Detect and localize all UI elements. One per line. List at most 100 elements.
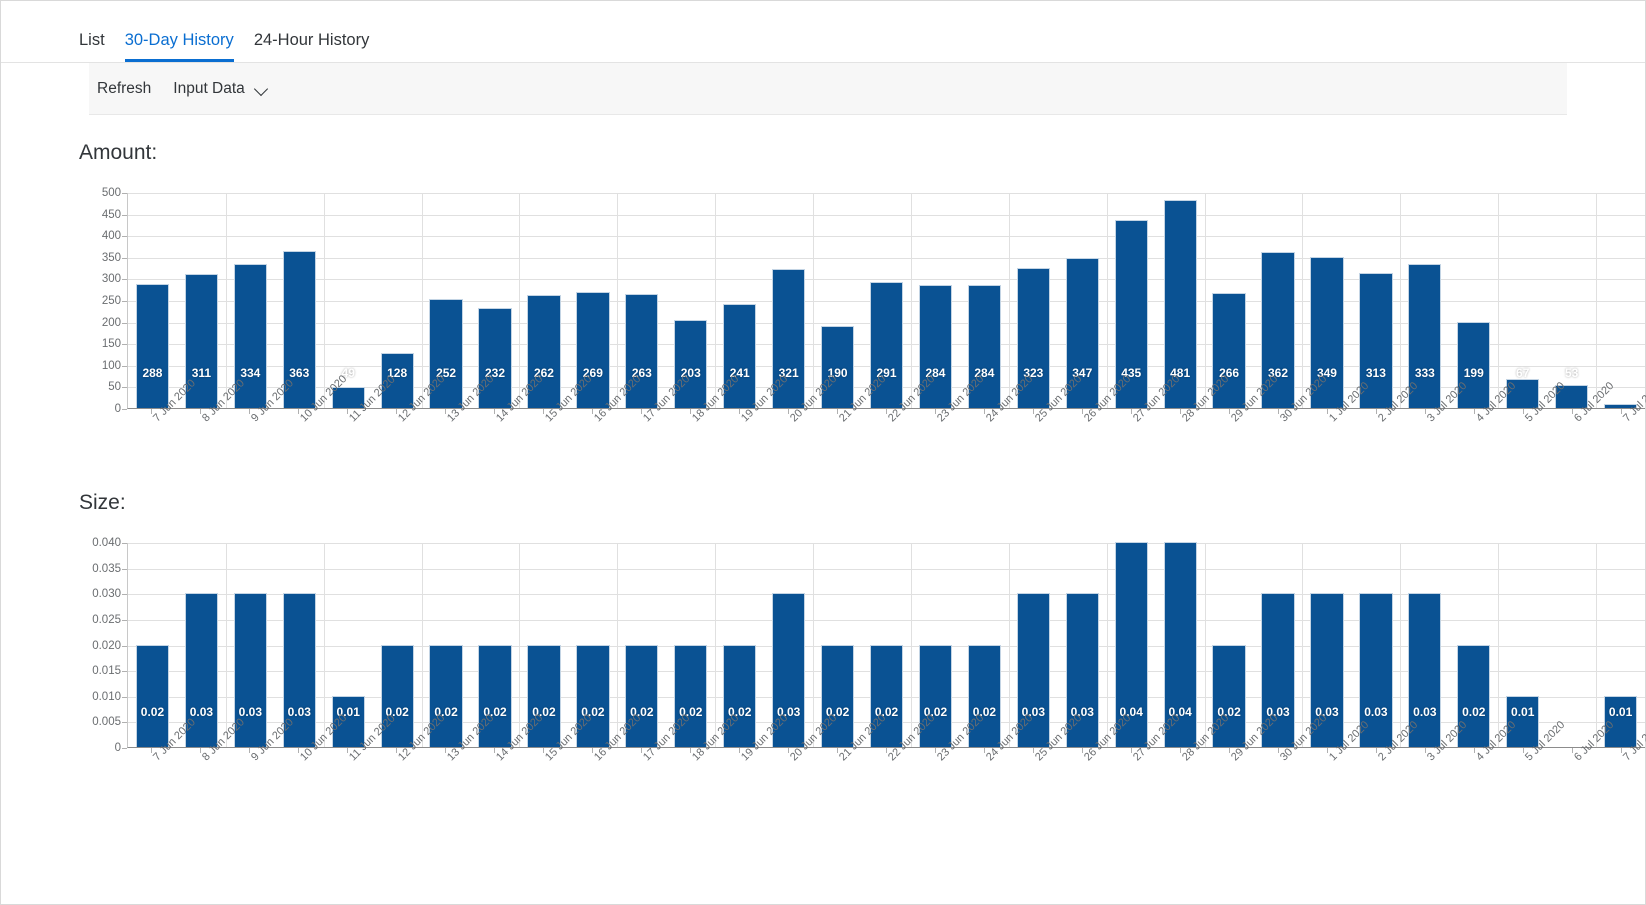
bar-column[interactable]: 0.03 <box>1058 543 1107 747</box>
bar-column[interactable]: 435 <box>1107 193 1156 408</box>
bar-column[interactable]: 0.02 <box>128 543 177 747</box>
bar-column[interactable]: 203 <box>666 193 715 408</box>
bar-column[interactable]: 252 <box>422 193 471 408</box>
bar[interactable]: 190 <box>820 325 855 408</box>
chart-amount-x-axis: 7 Jun 2020 8 Jun 2020 9 Jun 2020 10 Jun 202… <box>127 373 1646 471</box>
tab-24-hour-history[interactable]: 24-Hour History <box>254 31 370 63</box>
vertical-gridline <box>1008 543 1010 747</box>
bar-column[interactable]: 0.02 <box>911 543 960 747</box>
chart-size-y-axis: 0 0.005 0.010 0.015 0.020 0.025 0.030 0.035 0.04… <box>79 537 128 754</box>
bar-column[interactable]: 0.01 <box>324 543 373 747</box>
input-data-dropdown[interactable]: Input Data <box>173 80 270 98</box>
bar-column[interactable]: 363 <box>275 193 324 408</box>
x-axis-tick <box>1571 748 1573 753</box>
bar-column[interactable]: 0.03 <box>1351 543 1400 747</box>
bar-column[interactable]: 0.02 <box>617 543 666 747</box>
bar-column[interactable]: 0.02 <box>715 543 764 747</box>
x-axis-cell: 13 Jun 2020 <box>421 373 497 471</box>
bar-column[interactable]: 0.02 <box>813 543 862 747</box>
y-axis-tick-label: 0 <box>114 742 128 754</box>
bar-column[interactable]: 0.02 <box>1449 543 1498 747</box>
bar-column[interactable]: 321 <box>764 193 813 408</box>
bar-column[interactable]: 288 <box>128 193 177 408</box>
x-axis-cell: 19 Jun 2020 <box>715 373 790 471</box>
bar-column[interactable]: 0.03 <box>177 543 226 747</box>
bar-column[interactable]: 284 <box>960 193 1009 408</box>
vertical-gridline <box>1008 193 1010 408</box>
bar-column[interactable]: 262 <box>520 193 569 408</box>
x-axis-cell: 24 Jun 2020 <box>959 712 1035 810</box>
bar-column[interactable]: 291 <box>862 193 911 408</box>
tab-list[interactable]: List <box>79 31 105 63</box>
bar-column[interactable]: 199 <box>1449 193 1498 408</box>
bar-column[interactable]: 0.04 <box>1107 542 1156 747</box>
bar-column[interactable]: 284 <box>911 193 960 408</box>
vertical-gridline <box>225 193 227 408</box>
bar-column[interactable]: 334 <box>226 193 275 408</box>
bar-column[interactable]: 347 <box>1058 193 1107 408</box>
bar-column[interactable]: 0.03 <box>1009 543 1058 747</box>
bar[interactable]: 288 <box>135 283 170 408</box>
bar-column[interactable]: 49 <box>324 193 373 408</box>
bar-column[interactable]: 0.02 <box>862 543 911 747</box>
x-axis-cell: 21 Jun 2020 <box>813 712 888 810</box>
vertical-gridline <box>813 543 815 747</box>
bar-column[interactable]: 481 <box>1156 193 1205 408</box>
bar-column[interactable]: 311 <box>177 193 226 408</box>
x-axis-cell: 6 Jul 2020 <box>1547 719 1616 810</box>
bar-value-label: 199 <box>1463 366 1484 380</box>
vertical-gridline <box>1106 193 1108 408</box>
bar-column[interactable]: 269 <box>568 193 617 408</box>
bar-column[interactable]: 0.02 <box>568 543 617 747</box>
bar[interactable]: 203 <box>674 320 708 408</box>
tab-30-day-history[interactable]: 30-Day History <box>124 31 234 62</box>
bar-column[interactable]: 0.02 <box>471 543 520 747</box>
bar-column[interactable]: 0.03 <box>1254 543 1303 747</box>
bar[interactable]: 0.02 <box>135 644 170 747</box>
bar-column[interactable]: 241 <box>715 193 764 408</box>
bar-column[interactable]: 0.03 <box>764 543 813 747</box>
bar-column[interactable]: 190 <box>813 193 862 408</box>
bar-column[interactable]: 0.03 <box>1400 543 1449 747</box>
bar-column[interactable]: 0.01 <box>1498 543 1547 747</box>
x-axis-cell: 7 Jul 2020 <box>1596 719 1646 810</box>
y-axis-tick-label: 50 <box>108 381 127 394</box>
app-page: List 30-Day History 24-Hour History Refr… <box>0 0 1646 905</box>
bar-column[interactable]: 67 <box>1498 193 1547 408</box>
bar-column[interactable]: 232 <box>471 193 520 408</box>
bar-column[interactable]: 128 <box>373 193 422 408</box>
vertical-gridline <box>1400 543 1402 747</box>
bar-column[interactable]: 266 <box>1205 193 1254 408</box>
x-axis-cell: 13 Jun 2020 <box>421 712 497 810</box>
bar-column[interactable]: 0.02 <box>520 543 569 747</box>
bar-column[interactable]: 349 <box>1303 193 1352 408</box>
bar-column[interactable]: 333 <box>1400 193 1449 408</box>
x-axis-cell: 5 Jul 2020 <box>1498 719 1567 810</box>
bar-column[interactable]: 313 <box>1351 193 1400 408</box>
bar-column[interactable]: 0.03 <box>226 543 275 747</box>
y-axis-tick-label: 0.005 <box>92 716 127 729</box>
bar-column[interactable]: 0.02 <box>960 543 1009 747</box>
bar-column[interactable]: 0.02 <box>666 543 715 747</box>
vertical-gridline <box>421 193 423 408</box>
bar-column[interactable]: 0.02 <box>373 543 422 747</box>
bar-value-label: 0.01 <box>1608 705 1633 719</box>
bar-column[interactable]: 0.03 <box>1303 543 1352 747</box>
x-axis-cell: 29 Jun 2020 <box>1204 712 1280 810</box>
bar-column[interactable]: 0.01 <box>1596 543 1645 747</box>
bar-column[interactable]: 362 <box>1254 193 1303 408</box>
bar-column[interactable]: 53 <box>1547 193 1596 408</box>
bar-value-label: 0.03 <box>189 705 214 719</box>
bar-column[interactable]: 0.02 <box>1205 543 1254 747</box>
bar-column[interactable] <box>1547 543 1596 747</box>
bar-column[interactable] <box>1596 193 1645 408</box>
bar-value-label: 363 <box>289 366 310 380</box>
bar-column[interactable]: 323 <box>1009 193 1058 408</box>
refresh-button[interactable]: Refresh <box>97 80 151 98</box>
bar-column[interactable]: 0.03 <box>275 543 324 747</box>
bar-column[interactable]: 0.04 <box>1156 542 1205 747</box>
bar-value-label: 0.01 <box>1511 705 1535 719</box>
bar-column[interactable]: 263 <box>617 193 666 408</box>
y-axis-tick-label: 100 <box>101 359 128 372</box>
bar-column[interactable]: 0.02 <box>422 543 471 747</box>
